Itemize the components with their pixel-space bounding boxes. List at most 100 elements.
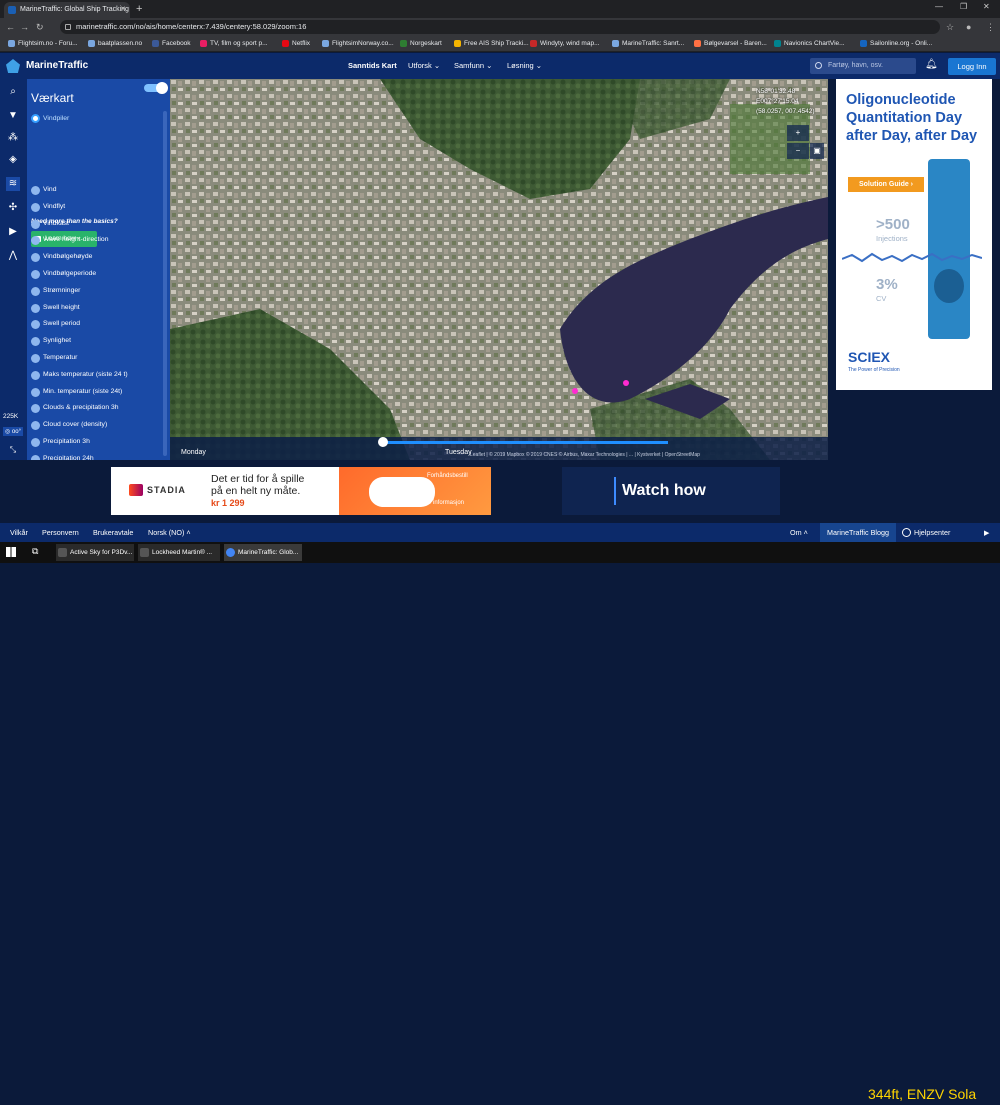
- menu-icon[interactable]: ⋮: [986, 21, 995, 33]
- terms-link[interactable]: Vilkår: [10, 523, 28, 542]
- layer-option[interactable]: Strømninger: [43, 287, 80, 294]
- bookmark-item[interactable]: Free AIS Ship Tracki...: [454, 36, 529, 52]
- bookmark-item[interactable]: MarineTraffic: Sanrt...: [612, 36, 684, 52]
- filter-icon[interactable]: ▼: [6, 109, 20, 123]
- windows-start-icon[interactable]: [6, 547, 16, 557]
- bookmark-item[interactable]: Flightsim.no - Foru...: [8, 36, 78, 52]
- layer-option[interactable]: Swell height: [43, 304, 80, 311]
- map-layers-icon[interactable]: ▣: [810, 143, 824, 159]
- site-logo[interactable]: MarineTraffic: [6, 58, 88, 74]
- play-icon[interactable]: ▶: [6, 225, 20, 239]
- bookmark-item[interactable]: FlightsimNorway.co...: [322, 36, 394, 52]
- layer-option[interactable]: Wave height-direction: [43, 236, 108, 243]
- bookmark-item[interactable]: Bølgevarsel - Baren...: [694, 36, 767, 52]
- satellite-map[interactable]: [170, 79, 828, 460]
- layer-option-selected[interactable]: Vindpiler: [43, 115, 69, 122]
- weather-timeline[interactable]: Monday Tuesday Leaflet | © 2019 Mapbox ©…: [170, 437, 828, 460]
- layer-radio[interactable]: [31, 337, 40, 347]
- layer-radio[interactable]: [31, 186, 40, 195]
- search-icon[interactable]: ⌕: [6, 85, 20, 99]
- taskbar-app[interactable]: Lockheed Martin® ...: [138, 544, 220, 561]
- layer-option[interactable]: Min. temperatur (siste 24t): [43, 388, 122, 395]
- weather-toggle[interactable]: [144, 82, 168, 94]
- taskbar-app[interactable]: Active Sky for P3Dv...: [56, 544, 134, 561]
- search-input[interactable]: Fartøy, havn, osv.: [810, 58, 916, 74]
- map-view[interactable]: N58°01'32.48 E007°27'15.04 (58.0257, 007…: [170, 79, 828, 460]
- bookmark-item[interactable]: Sailonline.org - Onli...: [860, 36, 932, 52]
- cross-icon[interactable]: ✣: [6, 201, 20, 215]
- task-view-icon[interactable]: ⧉: [32, 546, 38, 557]
- layer-radio[interactable]: [31, 219, 40, 229]
- user-agreement-link[interactable]: Brukeravtale: [93, 523, 133, 542]
- login-button[interactable]: Logg Inn: [948, 58, 996, 75]
- bookmark-item[interactable]: Navionics ChartVie...: [774, 36, 845, 52]
- layer-option[interactable]: Synlighet: [43, 337, 71, 344]
- maximize-icon[interactable]: ❐: [960, 2, 967, 11]
- layer-radio[interactable]: [31, 421, 40, 431]
- layer-option[interactable]: Vindflyt: [43, 203, 65, 210]
- layer-radio[interactable]: [31, 286, 40, 296]
- nav-live-map[interactable]: Sanntids Kart: [348, 53, 397, 79]
- reload-icon[interactable]: ↻: [36, 21, 44, 33]
- help-center-button[interactable]: Hjelpsenter: [902, 523, 950, 542]
- url-field[interactable]: marinetraffic.com/no/ais/home/centerx:7.…: [60, 20, 940, 34]
- layer-option[interactable]: Maks temperatur (siste 24 t): [43, 371, 128, 378]
- layer-option[interactable]: Precipitation 3h: [43, 438, 90, 445]
- layer-radio[interactable]: [31, 253, 40, 263]
- new-tab-button[interactable]: +: [136, 2, 142, 16]
- layer-option[interactable]: Cloud cover (density): [43, 421, 107, 428]
- nav-solutions[interactable]: Løsning ⌄: [507, 53, 542, 79]
- layer-option[interactable]: Swell period: [43, 320, 80, 327]
- zoom-in-button[interactable]: +: [787, 125, 809, 141]
- blog-button[interactable]: MarineTraffic Blogg: [820, 523, 896, 542]
- layer-option[interactable]: Clouds & precipitation 3h: [43, 404, 119, 411]
- measure-icon[interactable]: ⋀: [6, 249, 20, 263]
- bookmark-item[interactable]: Windyty, wind map...: [530, 36, 599, 52]
- layer-radio[interactable]: [31, 454, 40, 460]
- forward-icon[interactable]: →: [20, 21, 29, 33]
- preorder-link[interactable]: Forhåndsbestill: [427, 473, 468, 479]
- language-selector[interactable]: Norsk (NO) ˄: [148, 523, 191, 542]
- layer-option[interactable]: Vindbølgehøyde: [43, 253, 92, 260]
- zoom-out-button[interactable]: −: [787, 143, 809, 159]
- compass-badge[interactable]: ◎ oo°: [3, 427, 23, 436]
- layer-option[interactable]: Vindkast: [43, 220, 69, 227]
- minimize-icon[interactable]: —: [935, 2, 943, 11]
- browser-tab[interactable]: MarineTraffic: Global Ship Tracking ✕: [4, 2, 130, 18]
- bookmark-item[interactable]: TV, film og sport p...: [200, 36, 268, 52]
- back-icon[interactable]: ←: [6, 21, 15, 33]
- close-window-icon[interactable]: ✕: [983, 2, 990, 11]
- layers-icon[interactable]: ◈: [6, 153, 20, 167]
- radio-wind-arrows[interactable]: [31, 114, 40, 123]
- notification-icon[interactable]: 🔔︎: [925, 59, 938, 70]
- layer-radio[interactable]: [31, 404, 40, 414]
- panel-scrollbar[interactable]: [163, 111, 167, 456]
- profile-icon[interactable]: ●: [966, 21, 971, 33]
- layer-option[interactable]: Precipitation 24h: [43, 455, 94, 460]
- layer-radio[interactable]: [31, 270, 40, 279]
- layer-radio[interactable]: [31, 202, 40, 212]
- layer-radio[interactable]: [31, 387, 40, 397]
- fullscreen-icon[interactable]: ⤡: [6, 443, 20, 457]
- layer-option[interactable]: Vind: [43, 186, 56, 193]
- layer-option[interactable]: Vindbølgeperiode: [43, 270, 96, 277]
- side-advert[interactable]: Oligonucleotide Quantitation Day after D…: [836, 79, 992, 390]
- taskbar-app[interactable]: MarineTraffic: Glob...: [224, 544, 302, 561]
- solution-guide-button[interactable]: Solution Guide ›: [848, 177, 924, 192]
- bookmark-item[interactable]: Facebook: [152, 36, 191, 52]
- bookmark-item[interactable]: Netflix: [282, 36, 310, 52]
- weather-icon[interactable]: ≋: [6, 177, 20, 191]
- close-tab-icon[interactable]: ✕: [120, 2, 126, 18]
- layer-option[interactable]: Temperatur: [43, 354, 77, 361]
- vessel-marker[interactable]: [572, 388, 578, 394]
- star-icon[interactable]: ☆: [946, 21, 954, 33]
- network-icon[interactable]: ⁂: [6, 131, 20, 145]
- privacy-link[interactable]: Personvern: [42, 523, 79, 542]
- bottom-advert[interactable]: STADIA Det er tid for å spille på en hel…: [111, 467, 491, 515]
- timeline-handle[interactable]: [378, 437, 388, 447]
- about-menu[interactable]: Om ˄: [790, 523, 808, 542]
- layer-radio[interactable]: [31, 303, 40, 313]
- nav-explore[interactable]: Utforsk ⌄: [408, 53, 440, 79]
- android-icon[interactable]: ▶: [984, 523, 990, 542]
- video-advert[interactable]: Watch how: [562, 467, 780, 515]
